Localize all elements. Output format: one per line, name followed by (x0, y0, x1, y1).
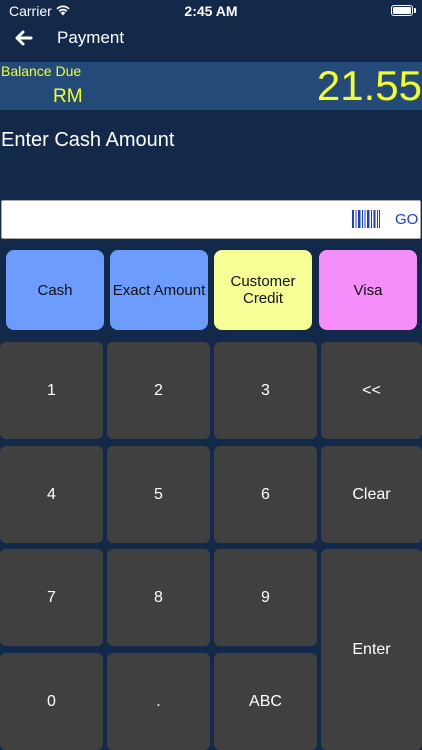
key-3[interactable]: 3 (214, 342, 317, 439)
customer-credit-button[interactable]: Customer Credit (214, 250, 312, 330)
customer-credit-label: Customer Credit (230, 273, 296, 307)
exact-amount-label: Exact Amount (112, 281, 206, 299)
balance-due-label: Balance Due (1, 63, 82, 79)
barcode-icon[interactable] (352, 210, 380, 228)
status-bar: Carrier 2:45 AM (0, 0, 422, 24)
go-button[interactable]: GO (395, 211, 418, 228)
cash-amount-input[interactable] (6, 204, 340, 236)
key-5[interactable]: 5 (107, 446, 210, 543)
key-0[interactable]: 0 (0, 653, 103, 750)
cash-payment-button[interactable]: Cash (6, 250, 104, 330)
back-arrow-icon[interactable] (12, 26, 36, 50)
key-6[interactable]: 6 (214, 446, 317, 543)
key-4[interactable]: 4 (0, 446, 103, 543)
key-7[interactable]: 7 (0, 549, 103, 646)
visa-label: Visa (353, 281, 383, 299)
backspace-key[interactable]: << (321, 342, 422, 439)
visa-button[interactable]: Visa (319, 250, 417, 330)
key-1[interactable]: 1 (0, 342, 103, 439)
key-8[interactable]: 8 (107, 549, 210, 646)
cash-payment-label: Cash (37, 281, 73, 299)
page-title: Payment (57, 28, 125, 47)
balance-amount: 21.55 (316, 62, 422, 109)
key-9[interactable]: 9 (214, 549, 317, 646)
key-2[interactable]: 2 (107, 342, 210, 439)
battery-icon (391, 5, 413, 16)
clear-key[interactable]: Clear (321, 446, 422, 543)
battery-tip (414, 8, 416, 13)
status-time: 2:45 AM (184, 3, 238, 19)
abc-key[interactable]: ABC (214, 653, 317, 750)
enter-key[interactable]: Enter (321, 549, 422, 750)
decimal-key[interactable]: . (107, 653, 210, 750)
enter-cash-prompt: Enter Cash Amount (1, 129, 175, 151)
exact-amount-button[interactable]: Exact Amount (110, 250, 208, 330)
currency-label: RM (53, 86, 83, 107)
